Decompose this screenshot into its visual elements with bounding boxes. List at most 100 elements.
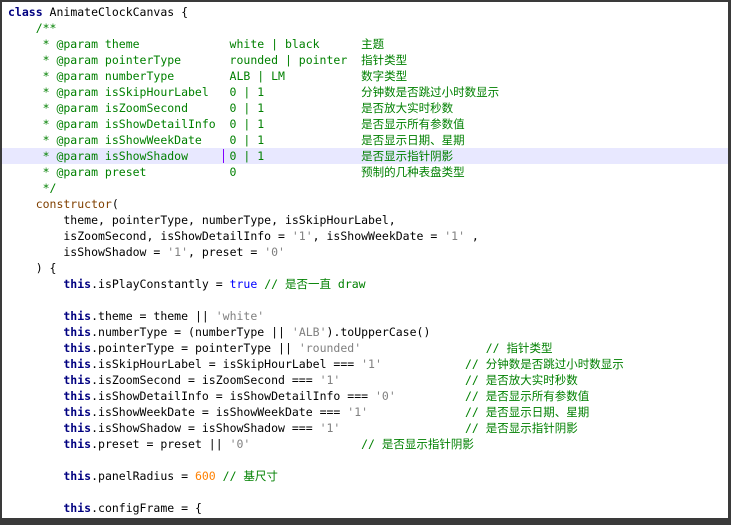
code-token: * @param isShowShadow 0 | 1 是否显示指针阴影 — [8, 149, 454, 163]
code-token: * @param theme white | black 主题 — [8, 37, 385, 51]
code-line[interactable]: this.isShowWeekDate = isShowWeekDate ===… — [2, 404, 728, 420]
code-token: // 指针类型 — [361, 341, 553, 355]
code-token: .isSkipHourLabel = isSkipHourLabel === — [91, 357, 362, 371]
code-token: .isShowDetailInfo = isShowDetailInfo === — [91, 389, 375, 403]
code-token: .pointerType = pointerType || — [91, 341, 299, 355]
code-token: */ — [8, 181, 57, 195]
code-token: this — [8, 309, 92, 323]
code-token: this — [8, 405, 92, 419]
code-token: this — [8, 469, 92, 483]
code-token: .isPlayConstantly = — [91, 277, 230, 291]
code-line[interactable]: this.isShowShadow = isShowShadow === '1'… — [2, 420, 728, 436]
code-token: ) { — [8, 261, 57, 275]
code-token: this — [8, 277, 92, 291]
code-token: * @param isShowDetailInfo 0 | 1 是否显示所有参数… — [8, 117, 465, 131]
code-token: // 是否显示所有参数值 — [395, 389, 590, 403]
code-line[interactable]: class AnimateClockCanvas { — [2, 4, 728, 20]
code-token: * @param preset 0 预制的几种表盘类型 — [8, 165, 465, 179]
code-token: '0' — [374, 389, 396, 403]
code-token: .isShowShadow = isShowShadow === — [91, 421, 320, 435]
code-line[interactable]: this.pointerType = pointerType || 'round… — [2, 340, 728, 356]
code-token: // 分钟数是否跳过小时数显示 — [381, 357, 624, 371]
code-token: // 基尺寸 — [215, 469, 278, 483]
code-token: .configFrame = { — [91, 501, 202, 515]
code-line[interactable]: ) { — [2, 260, 728, 276]
code-line[interactable]: this.isZoomSecond = isZoomSecond === '1'… — [2, 372, 728, 388]
text-caret — [223, 149, 224, 163]
code-token: '0' — [264, 245, 285, 259]
code-token: '1' — [319, 421, 341, 435]
code-token: .theme = theme || — [91, 309, 216, 323]
horizontal-scrollbar[interactable] — [2, 518, 728, 523]
code-line[interactable]: * @param isShowDetailInfo 0 | 1 是否显示所有参数… — [2, 116, 728, 132]
code-line[interactable]: /** — [2, 20, 728, 36]
code-line[interactable]: this.isSkipHourLabel = isSkipHourLabel =… — [2, 356, 728, 372]
code-token: 600 — [194, 469, 216, 483]
code-token: * @param isZoomSecond 0 | 1 是否放大实时秒数 — [8, 101, 454, 115]
code-line[interactable]: this.theme = theme || 'white' — [2, 308, 728, 324]
code-line[interactable]: this.configFrame = { — [2, 500, 728, 516]
code-token: isShowShadow = — [8, 245, 168, 259]
code-line[interactable]: this.numberType = (numberType || 'ALB').… — [2, 324, 728, 340]
code-token: this — [8, 325, 92, 339]
code-line[interactable]: * @param isShowWeekDate 0 | 1 是否显示日期、星期 — [2, 132, 728, 148]
code-token: // 是否一直 draw — [257, 277, 366, 291]
code-token: .panelRadius = — [91, 469, 195, 483]
code-token: this — [8, 373, 92, 387]
code-token: ).toUpperCase() — [326, 325, 431, 339]
code-token: '1' — [291, 229, 313, 243]
code-token: class — [8, 5, 43, 19]
code-line[interactable]: this.preset = preset || '0' // 是否显示指针阴影 — [2, 436, 728, 452]
code-token: this — [8, 357, 92, 371]
code-token: , — [465, 229, 479, 243]
code-token: // 是否放大实时秒数 — [340, 373, 578, 387]
code-line[interactable]: * @param pointerType rounded | pointer 指… — [2, 52, 728, 68]
code-token: 'white' — [215, 309, 265, 323]
code-line[interactable]: * @param isZoomSecond 0 | 1 是否放大实时秒数 — [2, 100, 728, 116]
code-token: theme, pointerType, numberType, isSkipHo… — [8, 213, 396, 227]
code-line[interactable]: this.panelRadius = 600 // 基尺寸 — [2, 468, 728, 484]
code-token: this — [8, 389, 92, 403]
code-token: * @param numberType ALB | LM 数字类型 — [8, 69, 408, 83]
code-editor[interactable]: class AnimateClockCanvas { /** * @param … — [2, 2, 728, 518]
code-line[interactable] — [2, 484, 728, 500]
code-line[interactable]: isShowShadow = '1', preset = '0' — [2, 244, 728, 260]
code-token: .numberType = (numberType || — [91, 325, 292, 339]
code-token: 'rounded' — [298, 341, 362, 355]
code-line[interactable]: * @param isSkipHourLabel 0 | 1 分钟数是否跳过小时… — [2, 84, 728, 100]
code-token: this — [8, 421, 92, 435]
code-token: * @param isShowWeekDate 0 | 1 是否显示日期、星期 — [8, 133, 465, 147]
code-token: '1' — [347, 405, 369, 419]
code-token: this — [8, 437, 92, 451]
code-token: * @param pointerType rounded | pointer 指… — [8, 53, 408, 67]
code-token: '1' — [319, 373, 341, 387]
code-line[interactable]: * @param numberType ALB | LM 数字类型 — [2, 68, 728, 84]
code-token: isZoomSecond, isShowDetailInfo = — [8, 229, 292, 243]
code-token: .preset = preset || — [91, 437, 230, 451]
code-token: constructor — [8, 197, 112, 211]
code-token: /** — [8, 21, 57, 35]
code-token: '1' — [361, 357, 382, 371]
code-line[interactable]: theme, pointerType, numberType, isSkipHo… — [2, 212, 728, 228]
code-lines: class AnimateClockCanvas { /** * @param … — [2, 4, 728, 516]
code-token: '0' — [229, 437, 251, 451]
code-line[interactable]: * @param preset 0 预制的几种表盘类型 — [2, 164, 728, 180]
code-token: , preset = — [188, 245, 265, 259]
code-token: '1' — [444, 229, 465, 243]
code-line[interactable]: isZoomSecond, isShowDetailInfo = '1', is… — [2, 228, 728, 244]
code-token: true — [229, 277, 258, 291]
code-line[interactable]: constructor( — [2, 196, 728, 212]
code-line[interactable]: * @param theme white | black 主题 — [2, 36, 728, 52]
code-token: ( — [111, 197, 119, 211]
code-token: '1' — [167, 245, 189, 259]
code-token: this — [8, 341, 92, 355]
code-token: .isShowWeekDate = isShowWeekDate === — [91, 405, 348, 419]
code-token: .isZoomSecond = isZoomSecond === — [91, 373, 320, 387]
code-line[interactable]: this.isShowDetailInfo = isShowDetailInfo… — [2, 388, 728, 404]
code-line[interactable]: */ — [2, 180, 728, 196]
code-line[interactable] — [2, 292, 728, 308]
code-line[interactable]: this.isPlayConstantly = true // 是否一直 dra… — [2, 276, 728, 292]
code-line-current[interactable]: * @param isShowShadow 0 | 1 是否显示指针阴影 — [2, 148, 728, 164]
code-line[interactable] — [2, 452, 728, 468]
code-token: // 是否显示指针阴影 — [250, 437, 474, 451]
